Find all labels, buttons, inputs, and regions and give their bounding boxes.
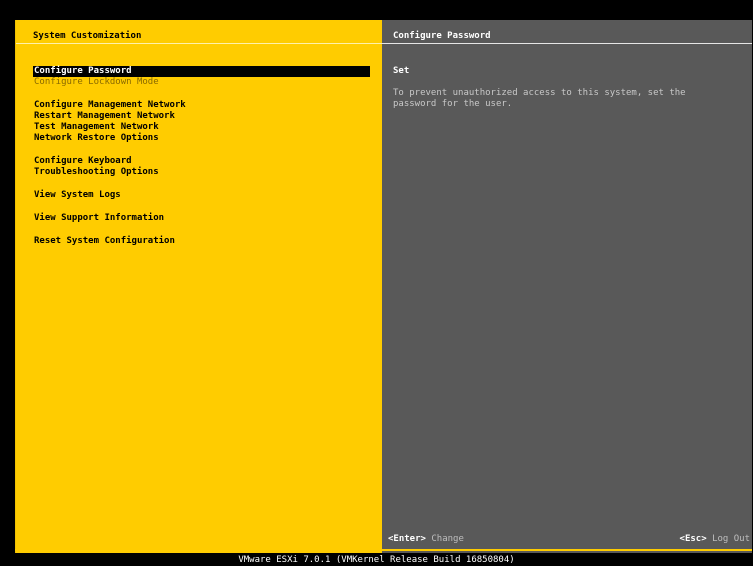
menu-item-configure-lockdown-mode[interactable]: Configure Lockdown Mode [33,77,370,88]
menu-item-reset-system-configuration[interactable]: Reset System Configuration [33,236,370,247]
password-status: Set [393,66,410,76]
enter-change-hint[interactable]: <Enter> Change [388,534,464,545]
menu-item-configure-password[interactable]: Configure Password [33,66,370,77]
menu-item-configure-keyboard[interactable]: Configure Keyboard [33,156,370,167]
menu-item-restart-management-network[interactable]: Restart Management Network [33,111,370,122]
menu-item-network-restore-options[interactable]: Network Restore Options [33,133,370,144]
esc-logout-hint[interactable]: <Esc> Log Out [680,534,750,545]
change-action-label: Change [431,534,464,544]
left-panel-header: System Customization [16,20,382,44]
menu-item-test-management-network[interactable]: Test Management Network [33,122,370,133]
menu-item-troubleshooting-options[interactable]: Troubleshooting Options [33,167,370,178]
dcui-frame: System Customization Configure Password … [15,20,752,553]
system-customization-panel: System Customization Configure Password … [15,20,382,553]
enter-key-label: <Enter> [388,534,426,544]
menu-item-view-support-information[interactable]: View Support Information [33,213,370,224]
version-string: VMware ESXi 7.0.1 (VMKernel Release Buil… [238,555,515,565]
panel-title: System Customization [33,31,142,41]
menu-item-configure-management-network[interactable]: Configure Management Network [33,100,370,111]
right-panel-header: Configure Password [382,20,752,44]
detail-description: To prevent unauthorized access to this s… [393,88,686,109]
detail-panel: Configure Password Set To prevent unauth… [382,20,752,553]
menu-item-view-system-logs[interactable]: View System Logs [33,190,370,201]
detail-panel-title: Configure Password [393,31,491,41]
logout-action-label: Log Out [712,534,750,544]
bottom-divider [15,549,752,551]
esc-key-label: <Esc> [679,534,707,544]
customization-menu: Configure Password Configure Lockdown Mo… [33,66,370,247]
